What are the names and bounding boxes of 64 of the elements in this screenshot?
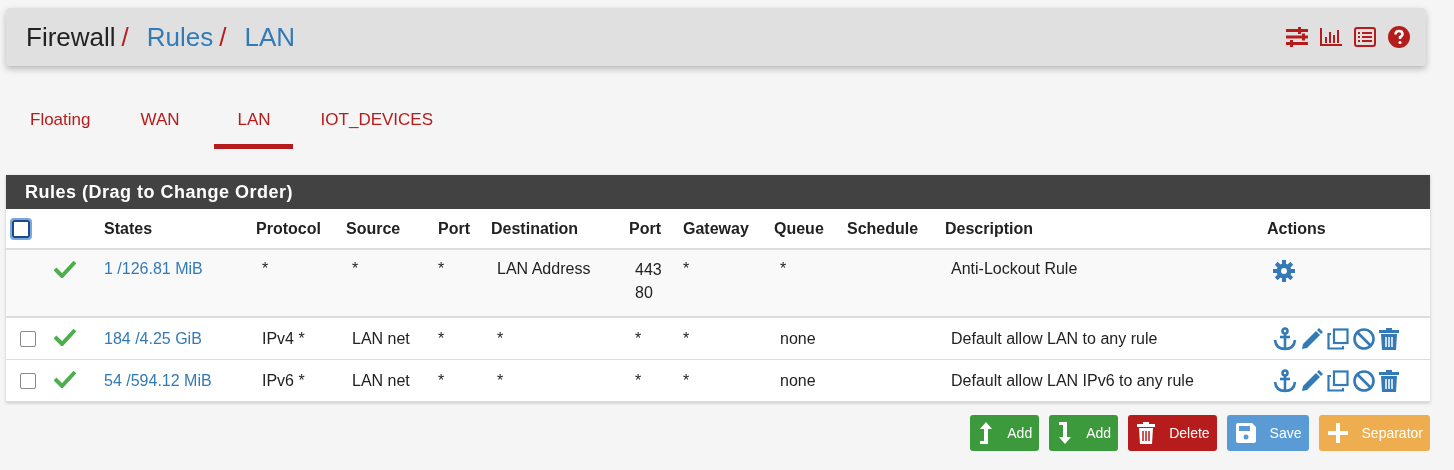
table-cell-text: LAN Address [496, 260, 591, 277]
table-cell-text: Default allow LAN IPv6 to any rule [950, 371, 1194, 389]
anchor-icon[interactable] [1273, 368, 1297, 393]
plus-icon [1327, 423, 1348, 443]
table-cell-text: * [496, 371, 504, 389]
trash-icon [1137, 422, 1156, 444]
row-checkbox[interactable] [20, 373, 36, 390]
anchor-icon[interactable] [1273, 326, 1297, 351]
trash-icon[interactable] [1379, 327, 1399, 350]
table-cell: * [683, 371, 690, 389]
tab[interactable]: WAN [118, 104, 202, 149]
add-below-button[interactable]: Add [1049, 415, 1119, 451]
table-cell-text: Default allow LAN to any rule [950, 329, 1158, 347]
delete-button[interactable]: Delete [1128, 415, 1217, 451]
bar-chart-icon[interactable] [1320, 28, 1342, 46]
table-cell-text: * [351, 260, 359, 277]
arrow-down-icon [1058, 422, 1073, 444]
tab[interactable]: LAN [213, 104, 293, 149]
row-checkbox[interactable] [20, 331, 36, 348]
tab[interactable]: IOT_DEVICES [298, 104, 455, 149]
select-all-checkbox[interactable] [12, 219, 30, 238]
pencil-icon[interactable] [1301, 369, 1323, 392]
arrow-up-icon [979, 422, 994, 444]
copy-icon[interactable] [1327, 369, 1349, 392]
sliders-icon[interactable] [1286, 27, 1308, 47]
settings-icon[interactable] [1273, 260, 1295, 282]
save-button[interactable]: Save [1226, 415, 1309, 451]
table-cell-text: LAN net [351, 371, 410, 389]
copy-icon[interactable] [1327, 327, 1349, 350]
table-cell-text: 80 [634, 283, 654, 303]
breadcrumb-text: Firewall [26, 21, 116, 53]
table-cell: * [683, 329, 690, 347]
table-cell-text: * [634, 328, 643, 349]
states-link[interactable]: 184 /4.25 GiB [104, 329, 202, 347]
block-icon[interactable] [1353, 327, 1375, 350]
table-cell-text: * [634, 370, 643, 391]
table-cell-text: none [779, 329, 816, 347]
table-cell: * [438, 371, 445, 389]
table-cell-text: IPv6 * [261, 371, 305, 389]
list-icon[interactable] [1354, 27, 1376, 47]
breadcrumb-link[interactable]: Rules [146, 21, 214, 53]
table-cell-text: 443 [634, 260, 663, 280]
table-cell-text: none [779, 371, 816, 389]
table-cell: * [438, 260, 445, 277]
states-link[interactable]: 1 /126.81 MiB [104, 260, 203, 277]
trash-icon[interactable] [1379, 369, 1399, 392]
breadcrumb-link[interactable]: LAN [244, 21, 296, 53]
table-cell-text: * [261, 260, 269, 277]
help-icon[interactable] [1388, 26, 1410, 48]
states-link[interactable]: 54 /594.12 MiB [104, 371, 212, 389]
block-icon[interactable] [1353, 369, 1375, 392]
table-cell: * [683, 260, 690, 277]
pencil-icon[interactable] [1301, 327, 1323, 350]
table-cell-text: Anti-Lockout Rule [950, 260, 1078, 277]
add-above-button[interactable]: Add [970, 415, 1040, 451]
breadcrumb-separator: / [219, 21, 227, 53]
table-cell-text: * [779, 260, 787, 277]
table-cell-text: LAN net [351, 329, 410, 347]
breadcrumb-separator: / [121, 21, 129, 53]
tab[interactable]: Floating [8, 104, 113, 149]
panel-title: Rules (Drag to Change Order) [6, 175, 1430, 209]
table-cell-text: * [496, 329, 504, 347]
table-cell: * [438, 329, 445, 347]
table-cell-text: IPv4 * [261, 329, 305, 347]
